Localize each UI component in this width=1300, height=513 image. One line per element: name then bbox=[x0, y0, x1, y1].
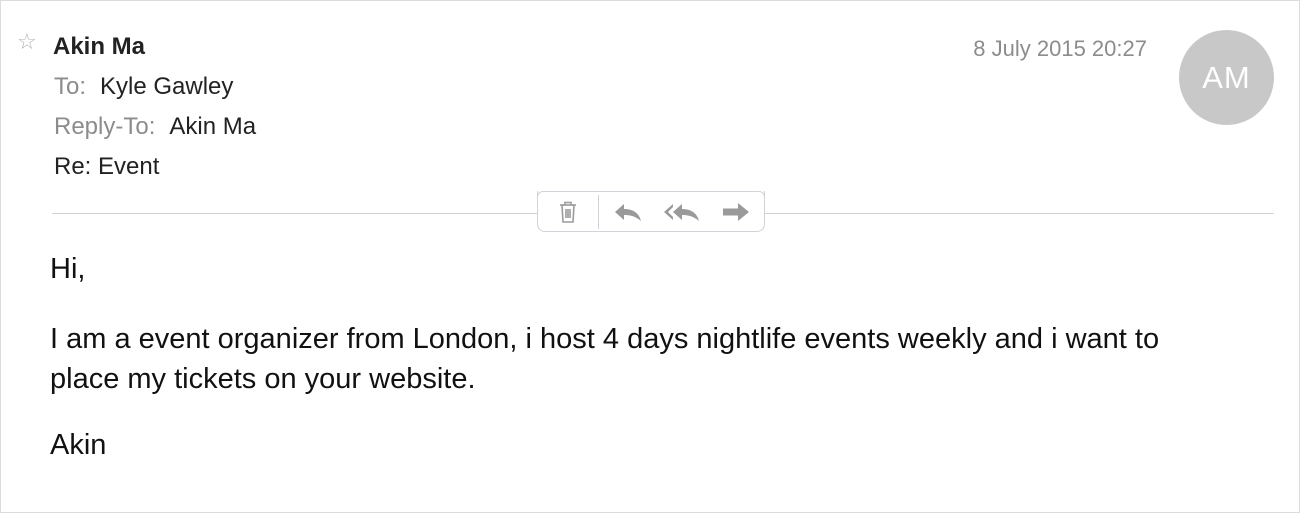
trash-icon bbox=[560, 201, 576, 223]
body-paragraph: I am a event organizer from London, i ho… bbox=[50, 323, 1160, 395]
to-value[interactable]: Kyle Gawley bbox=[100, 73, 233, 100]
reply-icon bbox=[615, 204, 641, 221]
star-icon[interactable]: ☆ bbox=[17, 31, 37, 53]
message-date: 8 July 2015 20:27 bbox=[973, 36, 1147, 61]
delete-button[interactable] bbox=[550, 197, 586, 227]
sender-name: Akin Ma bbox=[53, 33, 146, 60]
subject: Re: Event bbox=[54, 153, 160, 180]
to-label: To: bbox=[54, 73, 87, 100]
reply-to-label: Reply-To: bbox=[54, 113, 156, 140]
message-toolbar bbox=[537, 191, 765, 232]
forward-icon bbox=[723, 203, 749, 221]
to-row: To: Kyle Gawley bbox=[54, 73, 233, 101]
body-greeting: Hi, bbox=[50, 253, 86, 285]
reply-to-row: Reply-To: Akin Ma bbox=[54, 113, 256, 141]
reply-button[interactable] bbox=[608, 197, 648, 227]
avatar-initials: AM bbox=[1202, 59, 1251, 95]
forward-button[interactable] bbox=[716, 197, 756, 227]
email-message-panel: ☆ Akin Ma To: Kyle Gawley Reply-To: Akin M… bbox=[0, 0, 1300, 513]
reply-all-button[interactable] bbox=[658, 197, 706, 227]
body-signature: Akin bbox=[50, 429, 107, 461]
reply-all-icon bbox=[664, 204, 699, 221]
avatar: AM bbox=[1179, 30, 1274, 125]
reply-to-value[interactable]: Akin Ma bbox=[169, 113, 256, 140]
toolbar-separator bbox=[598, 195, 599, 229]
